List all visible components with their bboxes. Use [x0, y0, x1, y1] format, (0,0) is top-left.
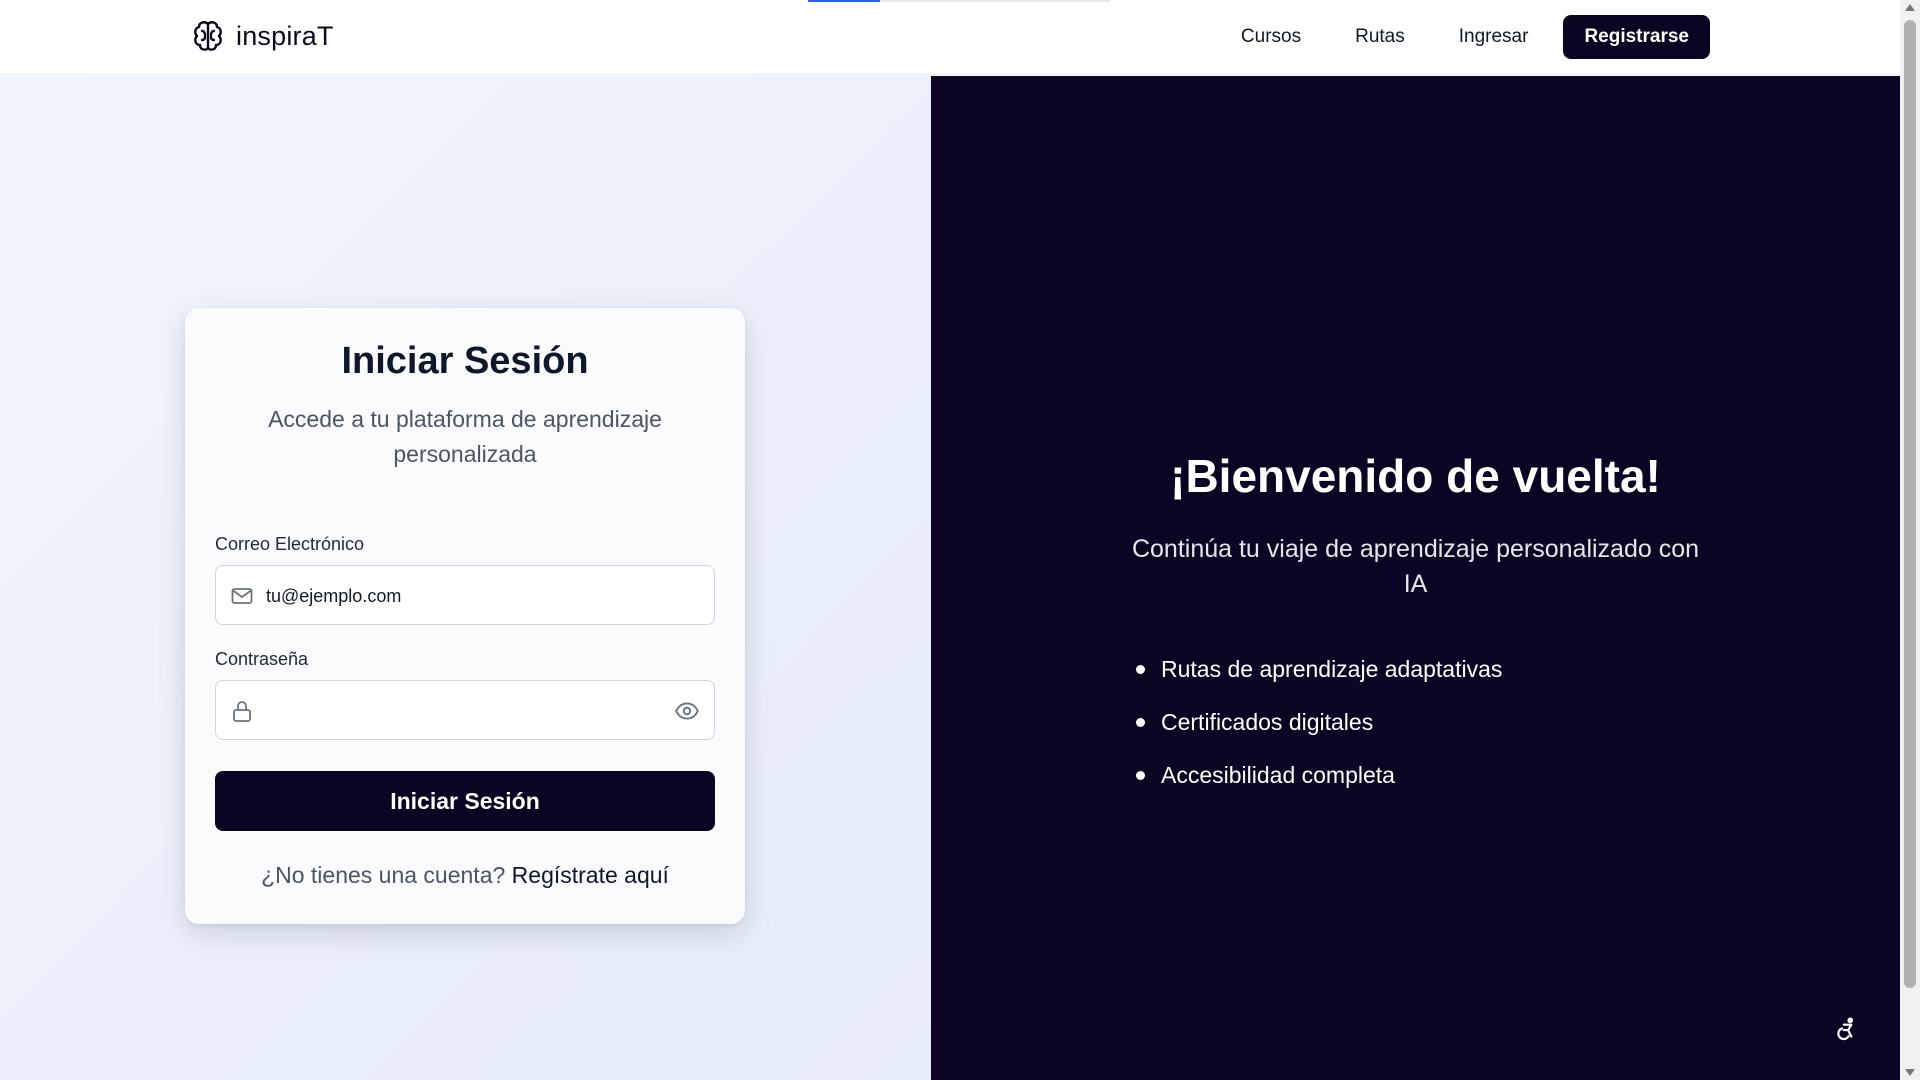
scroll-down-arrow-icon[interactable]: [1905, 1069, 1915, 1076]
welcome-panel: ¡Bienvenido de vuelta! Continúa tu viaje…: [931, 76, 1900, 1080]
login-panel: Iniciar Sesión Accede a tu plataforma de…: [0, 76, 931, 1080]
password-field[interactable]: [215, 680, 715, 741]
feature-text: Rutas de aprendizaje adaptativas: [1161, 656, 1503, 682]
bullet-icon: [1136, 771, 1145, 780]
feature-text: Certificados digitales: [1161, 709, 1374, 735]
email-input[interactable]: [266, 566, 666, 626]
login-submit-button[interactable]: Iniciar Sesión: [215, 771, 715, 831]
feature-item: Certificados digitales: [1136, 696, 1502, 749]
page-progress-bar: [808, 0, 1110, 2]
password-label: Contraseña: [215, 649, 309, 669]
lock-icon: [233, 701, 251, 722]
nav-link-rutas[interactable]: Rutas: [1328, 15, 1432, 59]
page-scrollbar[interactable]: [1900, 0, 1920, 1080]
feature-item: Rutas de aprendizaje adaptativas: [1136, 643, 1502, 696]
scrollbar-thumb[interactable]: [1904, 20, 1916, 988]
email-label: Correo Electrónico: [215, 534, 365, 554]
register-link[interactable]: Regístrate aquí: [512, 862, 669, 888]
login-card: Iniciar Sesión Accede a tu plataforma de…: [185, 308, 745, 924]
nav-link-ingresar[interactable]: Ingresar: [1432, 15, 1556, 59]
bullet-icon: [1136, 665, 1145, 674]
welcome-subtitle: Continúa tu viaje de aprendizaje persona…: [1131, 535, 1700, 598]
brand-logo[interactable]: inspiraT: [190, 18, 334, 54]
navbar: inspiraT Cursos Rutas Ingresar Registrar…: [0, 0, 1900, 75]
register-button[interactable]: Registrarse: [1563, 15, 1710, 59]
feature-list: Rutas de aprendizaje adaptativas Certifi…: [1136, 643, 1502, 802]
feature-item: Accesibilidad completa: [1136, 749, 1502, 802]
nav-links: Cursos Rutas Ingresar Registrarse: [1214, 15, 1710, 59]
register-prompt-line: ¿No tienes una cuenta? Regístrate aquí: [185, 862, 745, 889]
password-input[interactable]: [266, 681, 666, 741]
email-field[interactable]: [215, 565, 715, 626]
feature-text: Accesibilidad completa: [1161, 762, 1395, 788]
scroll-up-arrow-icon[interactable]: [1905, 4, 1915, 11]
page-progress-fill: [808, 0, 881, 2]
brain-icon: [194, 21, 222, 51]
app-root: inspiraT Cursos Rutas Ingresar Registrar…: [0, 0, 1920, 1080]
bullet-icon: [1136, 718, 1145, 727]
nav-link-cursos[interactable]: Cursos: [1214, 15, 1328, 59]
login-title: Iniciar Sesión: [341, 340, 589, 382]
eye-icon[interactable]: [674, 698, 700, 724]
accessibility-icon[interactable]: [1834, 1016, 1860, 1042]
mail-icon: [231, 588, 253, 604]
register-prompt-text: ¿No tienes una cuenta?: [261, 862, 506, 888]
brand-name: inspiraT: [236, 20, 334, 51]
welcome-title: ¡Bienvenido de vuelta!: [1170, 450, 1661, 502]
login-subtitle: Accede a tu plataforma de aprendizaje pe…: [268, 406, 662, 467]
